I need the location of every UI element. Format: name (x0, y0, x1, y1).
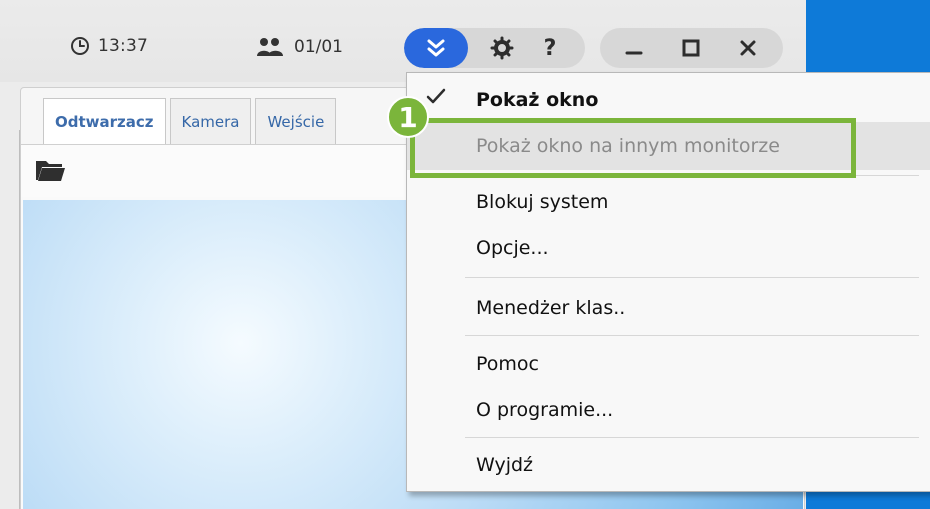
annotation-step-badge: 1 (387, 96, 429, 138)
tab-kamera[interactable]: Kamera (169, 98, 252, 144)
tab-odtwarzacz[interactable]: Odtwarzacz (43, 98, 166, 144)
menu-item-label: Wyjdź (476, 454, 534, 476)
minimize-button[interactable] (612, 28, 656, 68)
expand-menu-button[interactable] (404, 28, 468, 68)
menu-item-label: Pokaż okno (476, 89, 599, 111)
users-icon (255, 36, 285, 58)
clock-display: 13:37 (70, 36, 148, 56)
help-icon: ? (543, 35, 557, 61)
maximize-button[interactable] (669, 28, 713, 68)
screen: 13:37 01/01 ? Odtwarzacz Kamera Wejście … (0, 0, 930, 509)
checkmark-icon (426, 87, 446, 107)
step-number: 1 (398, 100, 418, 134)
close-icon (738, 38, 758, 58)
menu-item-help[interactable]: Pomoc (407, 340, 930, 388)
menu-item-lock-system[interactable]: Blokuj system (407, 178, 930, 226)
help-button[interactable]: ? (532, 28, 568, 68)
open-folder-button[interactable] (34, 156, 66, 184)
menu-separator (465, 335, 919, 336)
double-chevron-down-icon (425, 38, 447, 58)
maximize-icon (681, 38, 701, 58)
menu-separator (465, 277, 919, 278)
app-controls-group: ? (404, 28, 585, 68)
open-folder-icon (36, 161, 65, 181)
menu-item-options[interactable]: Opcje... (407, 224, 930, 272)
menu-item-label: Blokuj system (476, 191, 609, 213)
tab-wejscie[interactable]: Wejście (255, 98, 337, 144)
gear-icon (490, 36, 514, 60)
menu-item-label: Pomoc (476, 353, 539, 375)
titlebar: 13:37 01/01 ? (0, 0, 806, 82)
tab-label: Kamera (181, 112, 240, 131)
menu-item-label: O programie... (476, 399, 614, 421)
tab-label: Odtwarzacz (55, 112, 154, 131)
users-display: 01/01 (255, 36, 343, 58)
window-controls-group (600, 28, 783, 68)
annotation-highlight-box (410, 118, 856, 178)
users-count: 01/01 (294, 37, 343, 57)
menu-item-exit[interactable]: Wyjdź (407, 441, 930, 489)
clock-time: 13:37 (98, 36, 148, 56)
panel-left-border (19, 130, 20, 509)
menu-item-label: Opcje... (476, 237, 549, 259)
menu-item-class-manager[interactable]: Menedżer klas.. (407, 284, 930, 332)
menu-item-show-window[interactable]: Pokaż okno (407, 76, 930, 124)
tab-label: Wejście (267, 112, 325, 131)
menu-item-label: Menedżer klas.. (476, 297, 626, 319)
menu-separator (465, 437, 919, 438)
close-button[interactable] (726, 28, 770, 68)
menu-item-about[interactable]: O programie... (407, 386, 930, 434)
tab-bar: Odtwarzacz Kamera Wejście (43, 98, 340, 144)
minimize-icon (624, 38, 644, 58)
clock-icon (70, 36, 90, 56)
settings-button[interactable] (484, 28, 520, 68)
